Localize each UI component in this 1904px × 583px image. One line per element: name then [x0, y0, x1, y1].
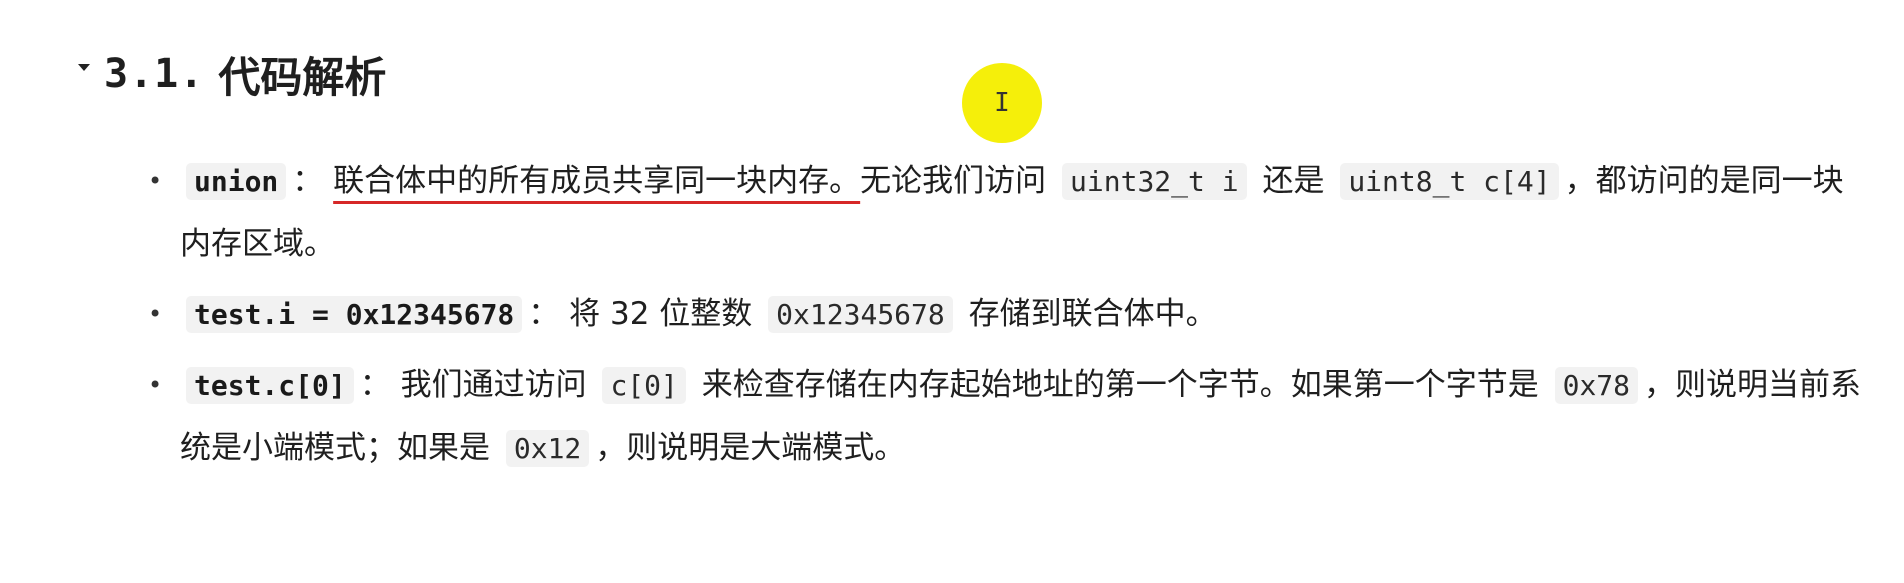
separator: ：	[359, 367, 391, 403]
body-text: 存储到联合体中。	[968, 296, 1217, 332]
list-item-test-i: test.i = 0x12345678： 将 32 位整数 0x12345678…	[148, 283, 1868, 346]
explanation-list: union： 联合体中的所有成员共享同一块内存。无论我们访问 uint32_t …	[148, 150, 1868, 488]
inline-code: uint8_t c[4]	[1340, 163, 1559, 200]
collapse-caret-icon[interactable]	[78, 63, 90, 71]
separator: ：	[292, 163, 324, 199]
body-text: 无论我们访问	[860, 163, 1047, 199]
text-cursor-icon: I	[994, 88, 1010, 118]
inline-code: c[0]	[602, 367, 686, 404]
inline-code: 0x12345678	[768, 296, 953, 333]
inline-code: 0x12	[505, 430, 590, 467]
inline-code: uint32_t i	[1062, 163, 1247, 200]
inline-code: test.c[0]	[186, 367, 354, 404]
body-text: ，则说明是大端模式。	[595, 430, 906, 466]
cursor-highlight: I	[962, 63, 1042, 143]
section-number: 3.1.	[104, 51, 205, 97]
inline-code: 0x78	[1554, 367, 1639, 404]
body-text: 我们通过访问	[400, 367, 587, 403]
body-text: 还是	[1262, 163, 1325, 199]
inline-code: test.i = 0x12345678	[186, 296, 523, 333]
underlined-text: 联合体中的所有成员共享同一块内存。	[333, 163, 861, 199]
body-text: 来检查存储在内存起始地址的第一个字节。如果第一个字节是	[701, 367, 1539, 403]
section-heading: 3.1. 代码解析	[78, 44, 386, 104]
list-item-union: union： 联合体中的所有成员共享同一块内存。无论我们访问 uint32_t …	[148, 150, 1868, 275]
list-item-test-c: test.c[0]： 我们通过访问 c[0] 来检查存储在内存起始地址的第一个字…	[148, 354, 1868, 480]
body-text: 将 32 位整数	[569, 296, 753, 332]
section-title: 代码解析	[218, 52, 387, 102]
separator: ：	[528, 296, 560, 332]
inline-code: union	[186, 163, 287, 200]
